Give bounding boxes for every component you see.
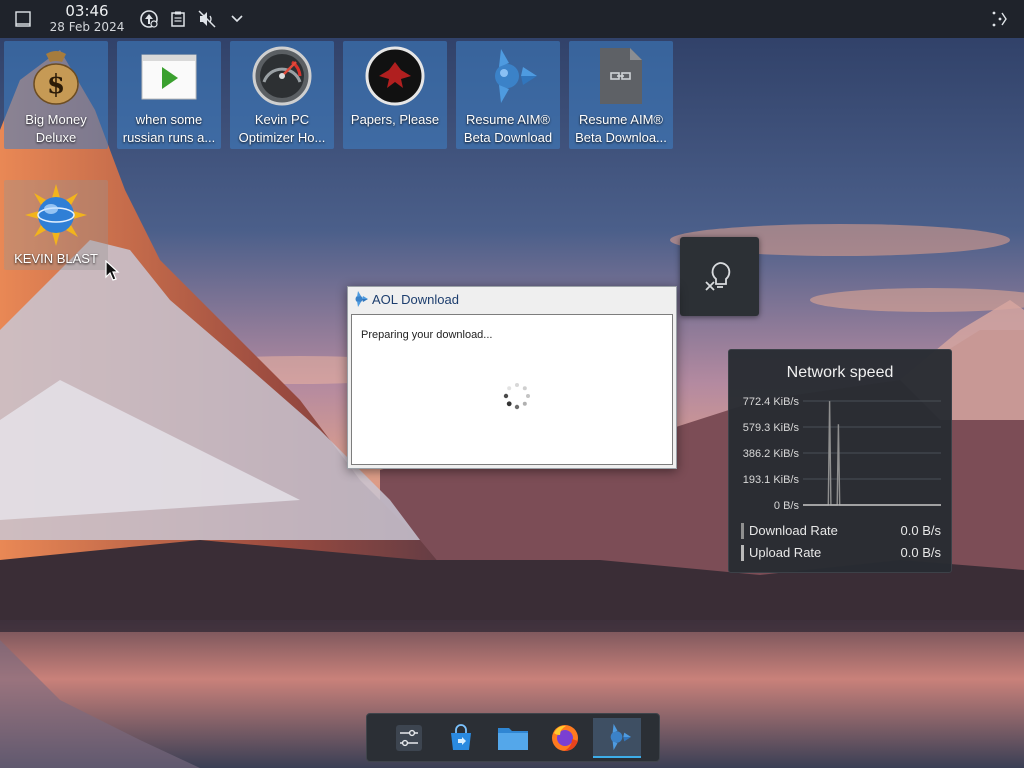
network-speed-chart: 772.4 KiB/s 579.3 KiB/s 386.2 KiB/s 193.1 K… — [743, 396, 941, 512]
desktop-icon-resume-aim-2[interactable]: Resume AIM® Beta Downloa... — [569, 41, 673, 149]
red-eagle-emblem-icon — [364, 45, 426, 107]
firefox-icon — [552, 725, 578, 751]
discover-store-icon — [451, 724, 471, 750]
aol-runner-icon — [610, 723, 632, 751]
widget-title: Network speed — [786, 364, 894, 381]
top-panel: 03:46 28 Feb 2024 — [0, 0, 1024, 38]
system-settings-icon — [396, 725, 422, 751]
desktop-icon-russian-video[interactable]: when some russian runs a... — [117, 41, 221, 149]
money-bag-icon: $ — [25, 45, 87, 107]
y-tick-label: 193.1 KiB/s — [743, 474, 800, 486]
y-tick-label: 386.2 KiB/s — [743, 448, 800, 460]
desktop-icon-label: KEVIN BLAST — [14, 251, 98, 266]
desktop-icon-papers-please[interactable]: Papers, Please — [343, 41, 447, 149]
dock-item-firefox[interactable] — [541, 718, 589, 758]
file-manager-icon — [498, 728, 528, 750]
rate-value: 0.0 B/s — [900, 523, 941, 538]
y-tick-label: 772.4 KiB/s — [743, 396, 800, 408]
file-shortcut-icon — [590, 45, 652, 107]
y-tick-label: 579.3 KiB/s — [743, 422, 800, 434]
desktop-icon-kevin-pc-optimizer[interactable]: Kevin PC Optimizer Ho... — [230, 41, 334, 149]
desktop-icon-resume-aim-1[interactable]: Resume AIM® Beta Download — [456, 41, 560, 149]
download-status-text: Preparing your download... — [361, 329, 493, 341]
update-icon[interactable] — [139, 9, 159, 29]
desktop-icon-label: Kevin PC Optimizer Ho... — [238, 112, 326, 145]
svg-text:$: $ — [47, 70, 65, 100]
dock-item-aol-download[interactable] — [593, 718, 641, 758]
desktop-icon-label: Resume AIM® Beta Download — [463, 112, 553, 145]
notification-widget[interactable] — [680, 237, 759, 316]
chevron-down-icon[interactable] — [227, 9, 247, 29]
dialog-title: AOL Download — [372, 291, 459, 307]
desktop-icon-label: when some russian runs a... — [122, 112, 216, 145]
dialog-titlebar[interactable]: AOL Download — [348, 287, 676, 311]
speedometer-icon — [251, 45, 313, 107]
loading-spinner-icon — [503, 383, 530, 410]
mouse-cursor-icon — [105, 260, 120, 281]
rate-label: Upload Rate — [749, 545, 822, 560]
dock-item-system-settings[interactable] — [385, 718, 433, 758]
network-speed-widget[interactable]: Network speed 772.4 KiB/s 579.3 KiB/s 386.… — [728, 349, 952, 573]
aol-runner-icon — [477, 45, 539, 107]
aol-download-dialog[interactable]: AOL Download Preparing your download... — [347, 286, 677, 469]
download-rate-row: Download Rate 0.0 B/s — [741, 522, 941, 540]
desktop-icon-label: Big Money Deluxe — [25, 112, 87, 145]
lightbulb-disabled-icon — [704, 261, 730, 291]
clock-date: 28 Feb 2024 — [49, 20, 125, 34]
video-play-icon — [138, 45, 200, 107]
upload-rate-row: Upload Rate 0.0 B/s — [741, 544, 941, 562]
aol-runner-icon — [352, 291, 368, 307]
clock[interactable]: 03:46 28 Feb 2024 — [46, 2, 128, 34]
legend-swatch — [741, 545, 744, 561]
desktop-icon-kevin-blast[interactable]: KEVIN BLAST — [4, 180, 108, 270]
clipboard-icon[interactable] — [168, 9, 188, 29]
desktop-icon-label: Resume AIM® Beta Downloa... — [575, 112, 667, 145]
panel-menu-icon[interactable] — [990, 9, 1010, 29]
dock-item-discover[interactable] — [437, 718, 485, 758]
rate-value: 0.0 B/s — [900, 545, 941, 560]
y-tick-label: 0 B/s — [774, 500, 800, 512]
volume-muted-icon[interactable] — [197, 9, 217, 29]
sun-globe-icon — [25, 184, 87, 246]
clock-time: 03:46 — [65, 2, 109, 20]
desktop-icon-big-money-deluxe[interactable]: $ Big Money Deluxe — [4, 41, 108, 149]
legend-swatch — [741, 523, 744, 539]
desktop-icon-label: Papers, Please — [350, 112, 440, 127]
rate-label: Download Rate — [749, 523, 838, 538]
dialog-body: Preparing your download... — [351, 314, 673, 465]
dock-taskbar — [366, 713, 660, 762]
show-desktop-icon[interactable] — [13, 9, 33, 29]
dock-item-file-manager[interactable] — [489, 718, 537, 758]
